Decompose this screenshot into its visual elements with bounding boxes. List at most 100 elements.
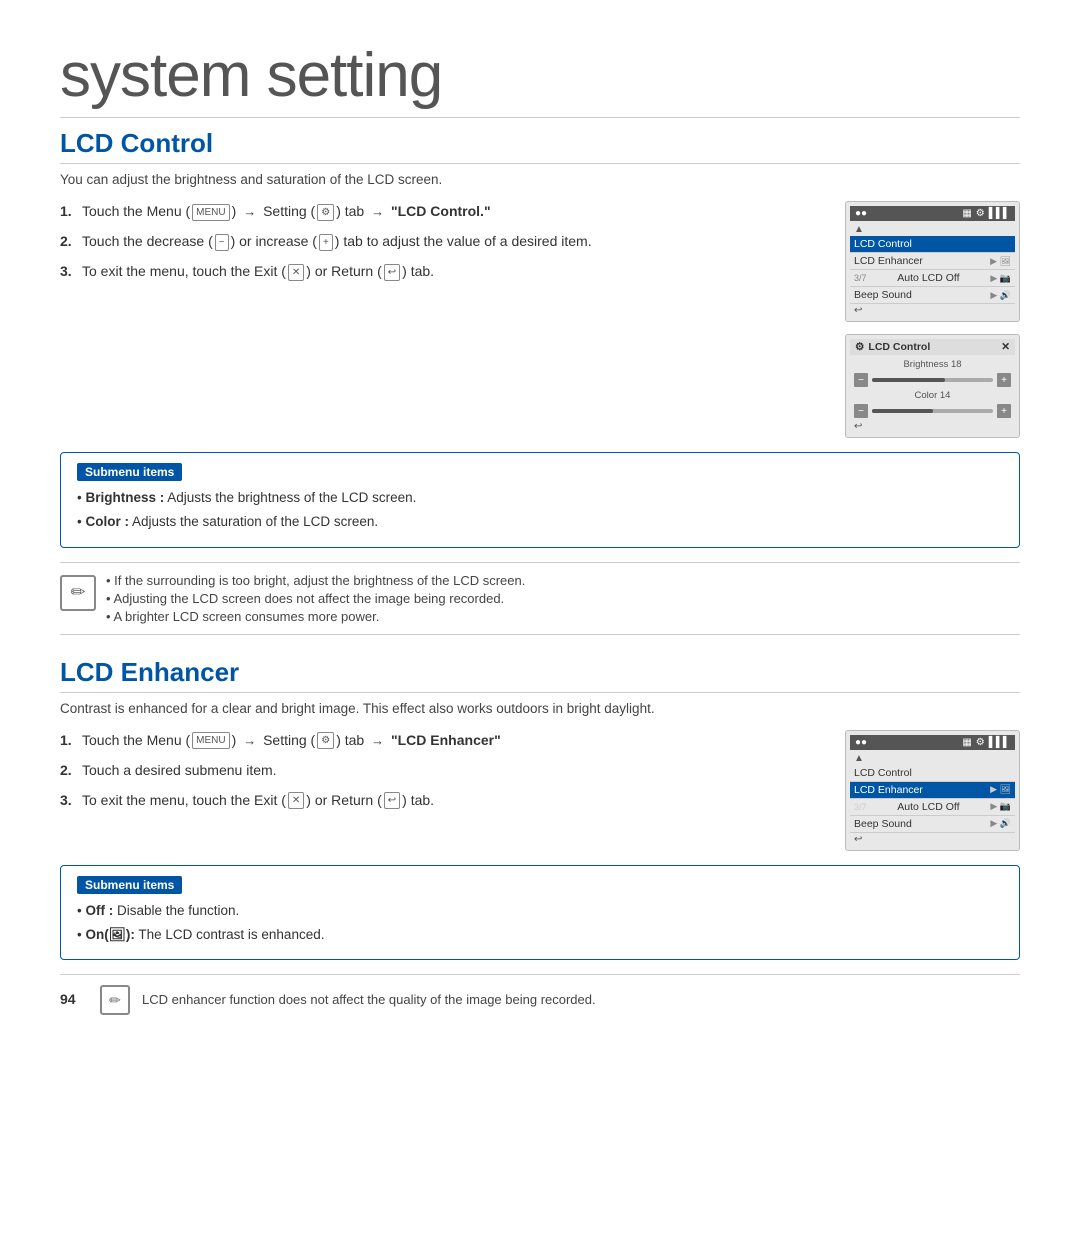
note-line-3: • A brighter LCD screen consumes more po… bbox=[106, 609, 525, 624]
lcd-control-heading: LCD Control bbox=[60, 128, 1020, 164]
enhancer-battery-icon: ▌▌▌ bbox=[989, 737, 1010, 748]
enhancer-return-icon: ↩ bbox=[854, 834, 862, 845]
menu-icon-e: MENU bbox=[192, 732, 229, 749]
lcd-control-steps-area: 1. Touch the Menu (MENU) → Setting (⚙) t… bbox=[60, 201, 1020, 438]
menu-label-beep-sound: Beep Sound bbox=[854, 289, 912, 301]
page-num-indicator: 3/7 bbox=[854, 273, 867, 283]
step-e2-num: 2. bbox=[60, 760, 76, 781]
lcd-control-slider-panel: ⚙ LCD Control ✕ Brightness 18 − + Color … bbox=[845, 334, 1020, 438]
lcd-control-notes: ✏ • If the surrounding is too bright, ad… bbox=[60, 562, 1020, 635]
return-icon-e: ↩ bbox=[384, 792, 400, 809]
color-slider-fill bbox=[872, 409, 933, 413]
page-number: 94 bbox=[60, 991, 88, 1007]
exit-icon: ✕ bbox=[288, 264, 304, 281]
menu-label-auto-lcd-off: Auto LCD Off bbox=[897, 272, 959, 284]
up-arrow-icon: ▲ bbox=[854, 224, 864, 235]
page-title: system setting bbox=[60, 40, 1020, 118]
slider-panel-label: LCD Control bbox=[868, 341, 930, 353]
step-e1-num: 1. bbox=[60, 730, 76, 751]
color-increase-btn[interactable]: + bbox=[997, 404, 1011, 418]
enhancer-lcd-arrow: ▶ 🖼 bbox=[990, 784, 1011, 795]
brightness-slider-track[interactable] bbox=[872, 378, 993, 382]
lcd-enhancer-description: Contrast is enhanced for a clear and bri… bbox=[60, 701, 1020, 716]
battery-icon: ▌▌▌ bbox=[989, 208, 1010, 219]
lcd-control-description: You can adjust the brightness and satura… bbox=[60, 172, 1020, 187]
slider-panel-back: ↩ bbox=[850, 420, 1015, 433]
note-icon: ✏ bbox=[60, 575, 96, 611]
slider-back-icon[interactable]: ↩ bbox=[854, 421, 862, 432]
step-2-num: 2. bbox=[60, 231, 76, 252]
enhancer-dot-icon: ●● bbox=[855, 737, 867, 748]
lcd-enhancer-ui-panel-wrap: ●● ▦ ⚙ ▌▌▌ ▲ LCD Control LCD Enhancer ▶ … bbox=[845, 730, 1020, 851]
step-e2-text: Touch a desired submenu item. bbox=[82, 760, 277, 781]
footer-note-icon: ✏ bbox=[100, 985, 130, 1015]
submenu-item-brightness: • Brightness : Adjusts the brightness of… bbox=[77, 488, 1003, 508]
slider-panel-title: ⚙ LCD Control ✕ bbox=[850, 339, 1015, 355]
auto-lcd-off-arrow: ▶ 📷 bbox=[990, 273, 1011, 284]
decrease-icon: − bbox=[215, 234, 229, 251]
step-e3-num: 3. bbox=[60, 790, 76, 811]
note-line-2: • Adjusting the LCD screen does not affe… bbox=[106, 591, 525, 606]
step-2-text: Touch the decrease (−) or increase (+) t… bbox=[82, 231, 592, 252]
enhancer-grid-icon: ▦ bbox=[962, 737, 971, 748]
lcd-control-submenu-box: Submenu items • Brightness : Adjusts the… bbox=[60, 452, 1020, 548]
menu-row-beep-sound[interactable]: Beep Sound ▶ 🔊 bbox=[850, 287, 1015, 304]
setting-icon-e: ⚙ bbox=[317, 732, 334, 749]
menu-label-lcd-control: LCD Control bbox=[854, 238, 912, 250]
enhancer-label-auto-lcd-off: Auto LCD Off bbox=[897, 801, 959, 813]
menu-row-lcd-enhancer[interactable]: LCD Enhancer ▶ 🖼 bbox=[850, 253, 1015, 270]
grid-icon: ▦ bbox=[962, 208, 971, 219]
lcd-enhancer-submenu-box: Submenu items • Off : Disable the functi… bbox=[60, 865, 1020, 961]
brightness-increase-btn[interactable]: + bbox=[997, 373, 1011, 387]
enhancer-page-num: 3/7 bbox=[854, 802, 867, 812]
lcd-control-step-1: 1. Touch the Menu (MENU) → Setting (⚙) t… bbox=[60, 201, 825, 222]
lcd-enhancer-section: LCD Enhancer Contrast is enhanced for a … bbox=[60, 657, 1020, 1016]
lcd-enhancer-heading: LCD Enhancer bbox=[60, 657, 1020, 693]
enhancer-row-lcd-control[interactable]: LCD Control bbox=[850, 765, 1015, 782]
note-line-1: • If the surrounding is too bright, adju… bbox=[106, 573, 525, 588]
menu-row-auto-lcd-off[interactable]: 3/7 Auto LCD Off ▶ 📷 bbox=[850, 270, 1015, 287]
enhancer-nav-up: ▲ bbox=[850, 752, 1015, 765]
enhancer-nav-return: ↩ bbox=[850, 833, 1015, 846]
lcd-enhancer-menu-panel: ●● ▦ ⚙ ▌▌▌ ▲ LCD Control LCD Enhancer ▶ … bbox=[845, 730, 1020, 851]
menu-nav-up: ▲ bbox=[850, 223, 1015, 236]
menu-row-lcd-control[interactable]: LCD Control bbox=[850, 236, 1015, 253]
lcd-enhancer-arrow: ▶ 🖼 bbox=[990, 256, 1011, 267]
return-nav-icon: ↩ bbox=[854, 305, 862, 316]
enhancer-panel-titlebar: ●● ▦ ⚙ ▌▌▌ bbox=[850, 735, 1015, 750]
menu-dot-icon: ●● bbox=[855, 208, 867, 219]
step-e1-text: Touch the Menu (MENU) → Setting (⚙) tab … bbox=[82, 730, 501, 751]
enhancer-beep-arrow: ▶ 🔊 bbox=[990, 818, 1011, 829]
note-lines: • If the surrounding is too bright, adju… bbox=[106, 573, 525, 624]
lcd-control-step-3: 3. To exit the menu, touch the Exit (✕) … bbox=[60, 261, 825, 282]
slider-close-icon[interactable]: ✕ bbox=[1001, 341, 1010, 353]
step-1-text: Touch the Menu (MENU) → Setting (⚙) tab … bbox=[82, 201, 491, 222]
enhancer-row-lcd-enhancer[interactable]: LCD Enhancer ▶ 🖼 bbox=[850, 782, 1015, 799]
brightness-label: Brightness 18 bbox=[850, 358, 1015, 371]
enhancer-row-auto-lcd-off[interactable]: 3/7 Auto LCD Off ▶ 📷 bbox=[850, 799, 1015, 816]
slider-gear-icon: ⚙ bbox=[855, 341, 864, 353]
beep-sound-arrow: ▶ 🔊 bbox=[990, 290, 1011, 301]
step-3-text: To exit the menu, touch the Exit (✕) or … bbox=[82, 261, 434, 282]
page-footer: 94 ✏ LCD enhancer function does not affe… bbox=[60, 974, 1020, 1015]
lcd-control-submenu-label: Submenu items bbox=[77, 463, 182, 481]
enhancer-row-beep-sound[interactable]: Beep Sound ▶ 🔊 bbox=[850, 816, 1015, 833]
brightness-slider-fill bbox=[872, 378, 945, 382]
return-icon: ↩ bbox=[384, 264, 400, 281]
brightness-decrease-btn[interactable]: − bbox=[854, 373, 868, 387]
lcd-enhancer-steps: 1. Touch the Menu (MENU) → Setting (⚙) t… bbox=[60, 730, 825, 851]
step-e3-text: To exit the menu, touch the Exit (✕) or … bbox=[82, 790, 434, 811]
enhancer-gear-icon: ⚙ bbox=[976, 737, 985, 748]
color-decrease-btn[interactable]: − bbox=[854, 404, 868, 418]
menu-icons: ▦ ⚙ ▌▌▌ bbox=[962, 208, 1010, 219]
brightness-slider-row: − + bbox=[850, 371, 1015, 389]
lcd-enhancer-steps-area: 1. Touch the Menu (MENU) → Setting (⚙) t… bbox=[60, 730, 1020, 851]
enhancer-up-icon: ▲ bbox=[854, 753, 864, 764]
lcd-enhancer-submenu-label: Submenu items bbox=[77, 876, 182, 894]
menu-icon: MENU bbox=[192, 204, 229, 221]
enhancer-label-beep-sound: Beep Sound bbox=[854, 818, 912, 830]
lcd-control-menu-panel: ●● ▦ ⚙ ▌▌▌ ▲ LCD Control LCD Enhancer ▶ … bbox=[845, 201, 1020, 322]
menu-label-lcd-enhancer: LCD Enhancer bbox=[854, 255, 923, 267]
color-slider-track[interactable] bbox=[872, 409, 993, 413]
menu-panel-titlebar: ●● ▦ ⚙ ▌▌▌ bbox=[850, 206, 1015, 221]
